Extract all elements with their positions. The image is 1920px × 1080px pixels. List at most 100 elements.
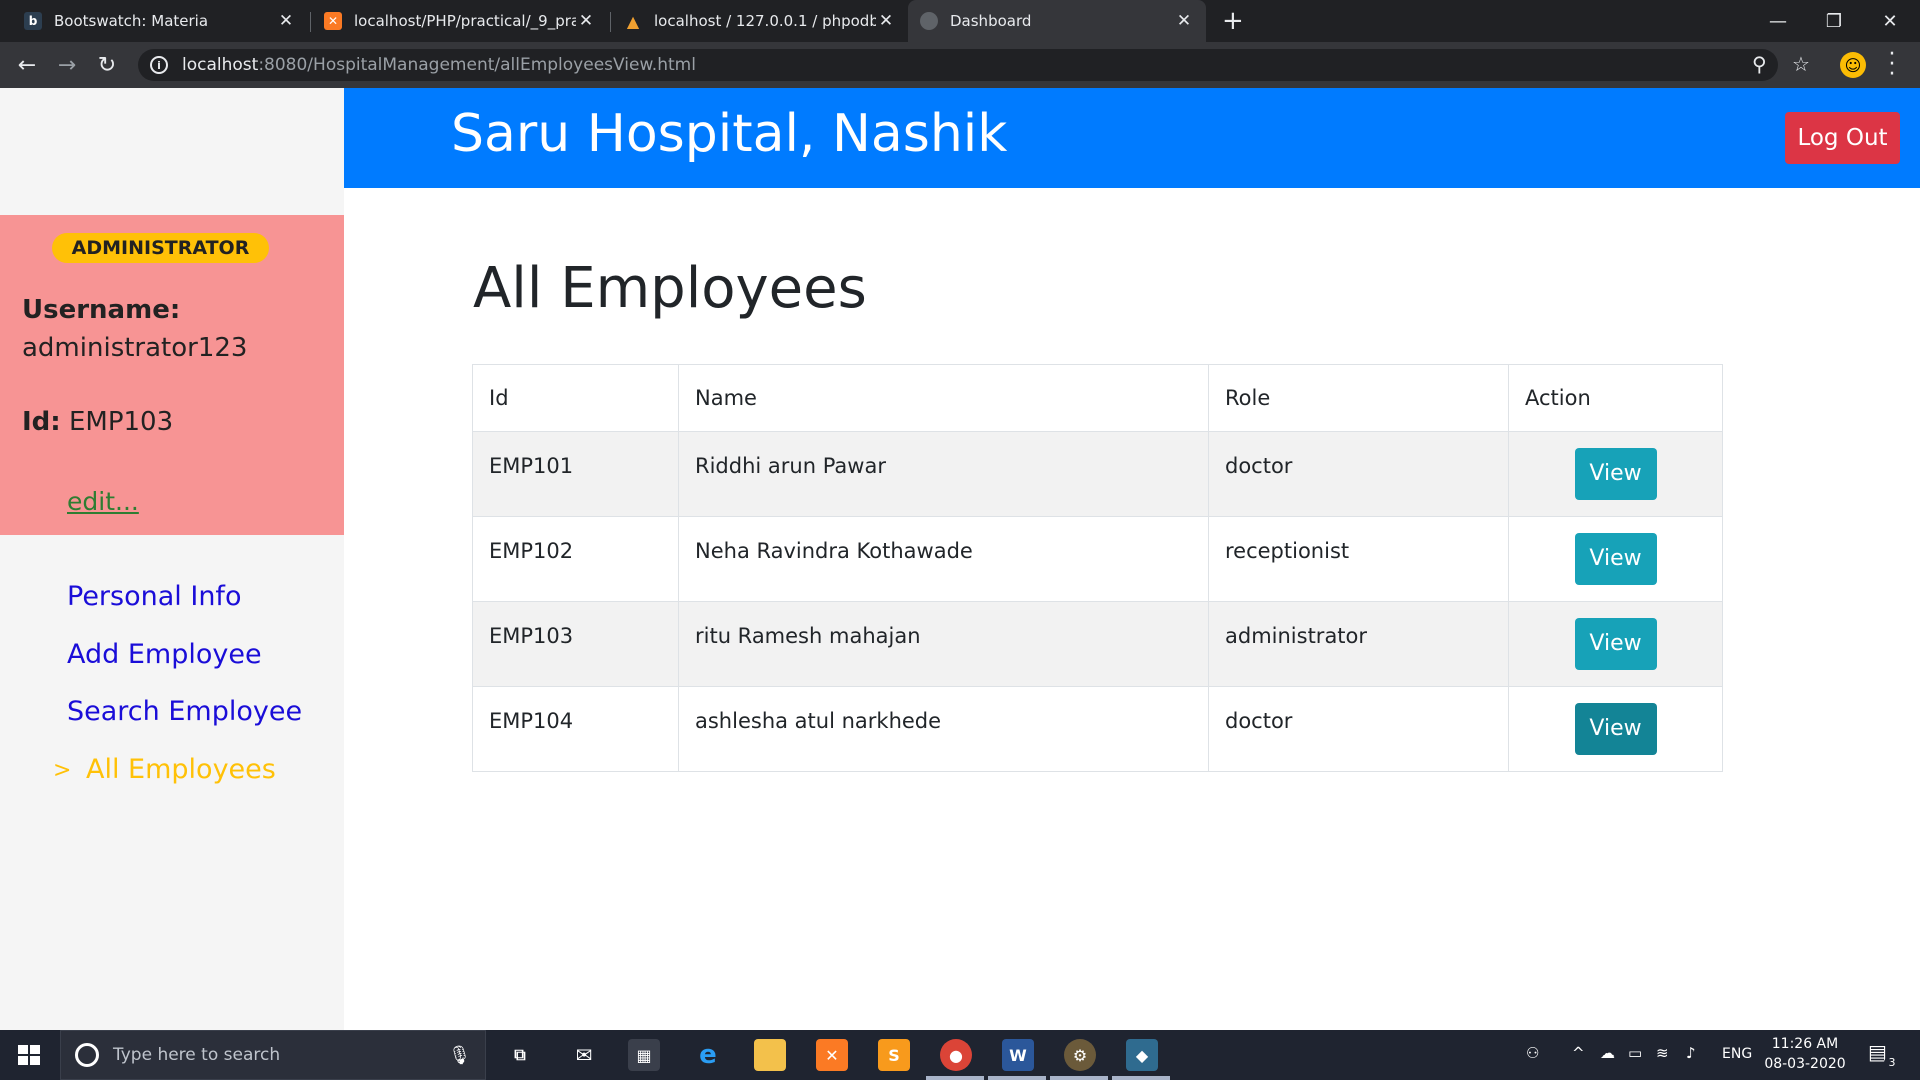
profile-card: ADMINISTRATOR Username: administrator123… <box>0 215 344 535</box>
reload-icon[interactable]: ↻ <box>92 50 122 80</box>
language-indicator[interactable]: ENG <box>1722 1046 1752 1062</box>
app-header: Saru Hospital, Nashik Log Out <box>344 88 1920 188</box>
window-close-icon[interactable]: ✕ <box>1862 0 1918 42</box>
wifi-icon[interactable]: ≋ <box>1656 1044 1669 1062</box>
page-title: All Employees <box>473 256 867 321</box>
clock-date: 08-03-2020 <box>1764 1056 1846 1072</box>
close-icon[interactable]: ✕ <box>276 11 296 31</box>
sidebar-item-add-employee[interactable]: Add Employee <box>67 639 262 670</box>
view-button[interactable]: View <box>1574 448 1657 500</box>
tab-divider <box>610 12 611 32</box>
taskbar-search-box[interactable]: Type here to search 🎙 <box>60 1030 486 1080</box>
file-explorer-icon[interactable] <box>754 1039 786 1071</box>
role-badge: ADMINISTRATOR <box>52 233 269 263</box>
mysql-workbench-icon[interactable]: ◆ <box>1126 1039 1158 1071</box>
cell-name: ashlesha atul narkhede <box>678 686 1209 772</box>
table-header-row: Id Name Role Action <box>472 364 1723 432</box>
task-view-icon[interactable]: ⧉ <box>504 1039 536 1071</box>
mail-icon[interactable]: ✉ <box>568 1039 600 1071</box>
view-button[interactable]: View <box>1574 533 1657 585</box>
column-header-action: Action <box>1508 364 1723 432</box>
sidebar: ADMINISTRATOR Username: administrator123… <box>0 88 344 1030</box>
cell-id: EMP104 <box>472 686 679 772</box>
address-bar[interactable]: i localhost:8080/HospitalManagement/allE… <box>138 49 1778 81</box>
cell-role: administrator <box>1208 601 1509 687</box>
active-app-indicator <box>1050 1076 1108 1080</box>
active-app-indicator <box>1112 1076 1170 1080</box>
column-header-role: Role <box>1208 364 1509 432</box>
tab-dashboard[interactable]: Dashboard ✕ <box>908 0 1206 42</box>
clock-time: 11:26 AM <box>1771 1036 1839 1052</box>
employees-table: Id Name Role Action EMP101 Riddhi arun P… <box>472 364 1723 772</box>
close-icon[interactable]: ✕ <box>576 11 596 31</box>
profile-avatar-icon[interactable]: ☺ <box>1840 52 1866 78</box>
site-info-icon[interactable]: i <box>150 56 168 74</box>
tab-phpmyadmin[interactable]: ▲ localhost / 127.0.0.1 / phpodbcpr ✕ <box>612 0 908 42</box>
microphone-icon[interactable]: 🎙 <box>448 1045 471 1066</box>
system-clock[interactable]: 11:26 AM 08-03-2020 <box>1760 1034 1850 1074</box>
phpmyadmin-icon: ▲ <box>626 11 640 31</box>
sidebar-item-all-employees[interactable]: All Employees <box>86 754 276 785</box>
notification-count-badge: 3 <box>1884 1056 1900 1069</box>
view-button[interactable]: View <box>1574 703 1657 755</box>
browser-tab-bar: b Bootswatch: Materia ✕ ✕ localhost/PHP/… <box>0 0 1920 42</box>
restore-icon[interactable]: ❐ <box>1806 0 1862 42</box>
table-row: EMP101 Riddhi arun Pawar doctor View <box>472 431 1723 517</box>
tab-xampp[interactable]: ✕ localhost/PHP/practical/_9_practi ✕ <box>312 0 608 42</box>
windows-start-icon[interactable] <box>18 1045 40 1065</box>
chrome-icon[interactable]: ● <box>940 1039 972 1071</box>
search-placeholder: Type here to search <box>113 1045 281 1065</box>
username-value: administrator123 <box>22 333 248 363</box>
zoom-icon[interactable]: ⚲ <box>1752 52 1767 76</box>
sidebar-item-personal-info[interactable]: Personal Info <box>67 581 241 612</box>
table-row: EMP103 ritu Ramesh mahajan administrator… <box>472 601 1723 687</box>
table-row: EMP102 Neha Ravindra Kothawade reception… <box>472 516 1723 602</box>
bookmark-star-icon[interactable]: ☆ <box>1792 52 1810 76</box>
cell-role: doctor <box>1208 686 1509 772</box>
cell-action: View <box>1508 601 1723 687</box>
people-icon[interactable]: ⚇ <box>1526 1044 1539 1062</box>
volume-icon[interactable]: ♪ <box>1686 1044 1696 1062</box>
active-app-indicator <box>926 1076 984 1080</box>
globe-icon <box>920 12 938 30</box>
sublime-text-icon[interactable]: S <box>878 1039 910 1071</box>
view-button[interactable]: View <box>1574 618 1657 670</box>
logout-button[interactable]: Log Out <box>1785 112 1900 164</box>
column-header-name: Name <box>678 364 1209 432</box>
onedrive-cloud-icon[interactable]: ☁ <box>1600 1044 1615 1062</box>
forward-arrow-icon[interactable]: → <box>52 50 82 80</box>
employee-id: Id: EMP103 <box>22 407 174 437</box>
tab-divider <box>310 12 311 32</box>
sidebar-item-search-employee[interactable]: Search Employee <box>67 696 302 727</box>
new-tab-icon[interactable]: + <box>1222 6 1244 36</box>
cell-role: receptionist <box>1208 516 1509 602</box>
bootswatch-icon: b <box>24 12 42 30</box>
column-header-id: Id <box>472 364 679 432</box>
cell-id: EMP101 <box>472 431 679 517</box>
close-icon[interactable]: ✕ <box>876 11 896 31</box>
address-url: localhost:8080/HospitalManagement/allEmp… <box>182 55 696 75</box>
edge-icon[interactable]: e <box>692 1039 724 1071</box>
hospital-name: Saru Hospital, Nashik <box>451 104 1008 164</box>
xampp-taskbar-icon[interactable]: ✕ <box>816 1039 848 1071</box>
cell-action: View <box>1508 516 1723 602</box>
word-icon[interactable]: W <box>1002 1039 1034 1071</box>
table-row: EMP104 ashlesha atul narkhede doctor Vie… <box>472 686 1723 772</box>
minimize-icon[interactable]: — <box>1750 0 1806 42</box>
cell-name: ritu Ramesh mahajan <box>678 601 1209 687</box>
browser-menu-icon[interactable]: · · · <box>1886 44 1898 86</box>
close-icon[interactable]: ✕ <box>1174 11 1194 31</box>
xampp-icon: ✕ <box>324 12 342 30</box>
active-app-indicator <box>988 1076 1046 1080</box>
cell-name: Neha Ravindra Kothawade <box>678 516 1209 602</box>
cell-action: View <box>1508 431 1723 517</box>
battery-icon[interactable]: ▭ <box>1628 1044 1642 1062</box>
back-arrow-icon[interactable]: ← <box>12 50 42 80</box>
settings-gear-icon[interactable]: ⚙ <box>1064 1039 1096 1071</box>
cell-name: Riddhi arun Pawar <box>678 431 1209 517</box>
store-icon[interactable]: ▦ <box>628 1039 660 1071</box>
tab-bootswatch[interactable]: b Bootswatch: Materia ✕ <box>12 0 308 42</box>
show-hidden-icons-chevron-up-icon[interactable]: ^ <box>1572 1044 1585 1062</box>
edit-profile-link[interactable]: edit... <box>67 487 139 516</box>
cortana-icon <box>75 1043 99 1067</box>
